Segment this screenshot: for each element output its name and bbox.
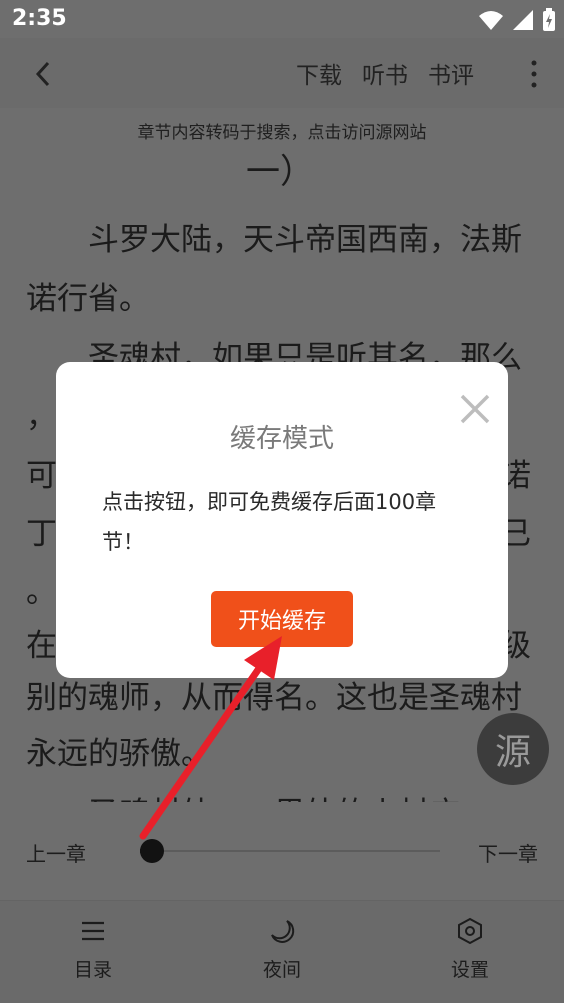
annotation-arrow — [139, 636, 282, 840]
